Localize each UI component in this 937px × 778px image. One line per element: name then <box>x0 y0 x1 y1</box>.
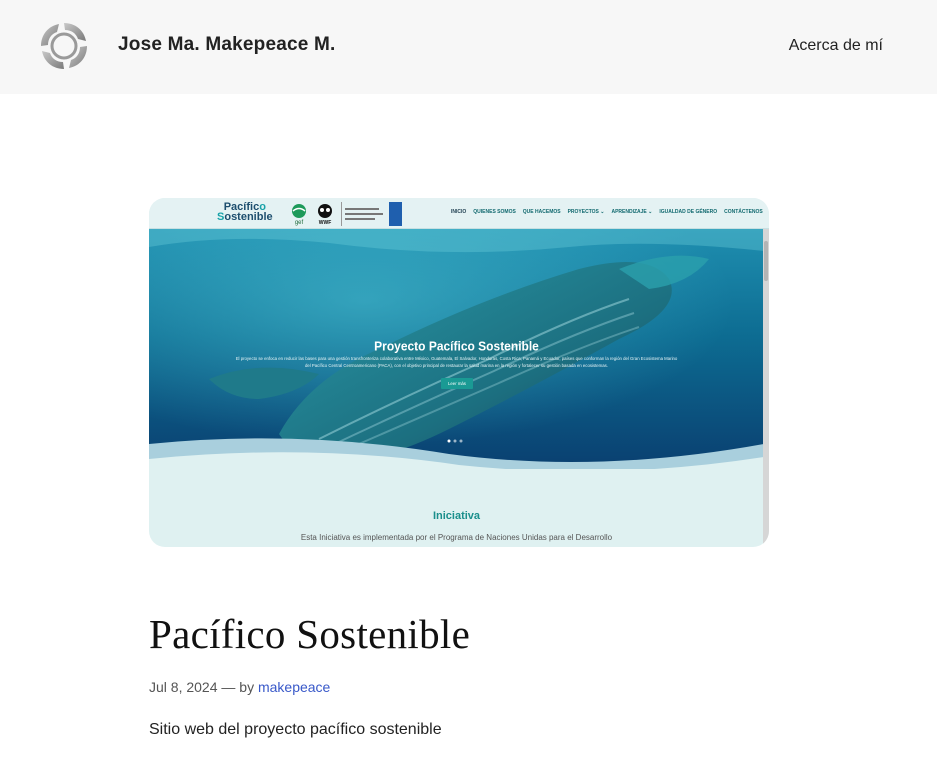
featured-menu-item: PROYECTOS ⌄ <box>567 209 605 215</box>
undp-logo-icon <box>389 202 402 226</box>
circular-arrows-logo-icon[interactable] <box>38 20 90 72</box>
nav-link-acerca-de-mi[interactable]: Acerca de mí <box>789 37 883 55</box>
featured-site-navbar: Pacífico Sostenible gef WWF INICIO QUIEN… <box>149 198 769 229</box>
post-date[interactable]: Jul 8, 2024 <box>149 679 218 695</box>
gef-logo-icon: gef <box>292 204 306 226</box>
featured-menu-item: QUIENES SOMOS <box>473 209 516 215</box>
featured-image[interactable]: Pacífico Sostenible gef WWF INICIO QUIEN… <box>149 198 769 547</box>
iniciativa-heading: Iniciativa <box>432 510 481 522</box>
hero-read-more-button: Leer más <box>441 378 473 389</box>
pacifico-sostenible-logo: Pacífico Sostenible <box>217 201 273 223</box>
featured-menu-item: INICIO <box>451 209 467 215</box>
featured-menu-item: QUE HACEMOS <box>522 209 561 215</box>
featured-menu-item: IGUALDAD DE GÉNERO <box>659 209 718 215</box>
featured-scrollbar <box>763 229 769 547</box>
featured-menu-item: APRENDIZAJE ⌄ <box>611 209 653 215</box>
site-title[interactable]: Jose Ma. Makepeace M. <box>118 34 336 56</box>
post-author-link[interactable]: makepeace <box>258 679 330 695</box>
hero-title: Proyecto Pacífico Sostenible <box>374 338 539 354</box>
wwf-panda-logo-icon: WWF <box>318 204 332 226</box>
svg-text:gef: gef <box>295 220 304 226</box>
hero-description: El proyecto se enfoca en reducir las bas… <box>235 356 678 368</box>
featured-menu-item: CONTÁCTENOS <box>724 209 763 215</box>
site-header: Jose Ma. Makepeace M. Acerca de mí <box>0 0 937 94</box>
iniciativa-text: Esta Iniciativa es implementada por el P… <box>300 533 613 542</box>
svg-text:WWF: WWF <box>319 220 332 226</box>
partner-divider <box>341 202 342 226</box>
post-excerpt: Sitio web del proyecto pacífico sostenib… <box>149 721 442 738</box>
partner-tagline-logo <box>345 202 385 226</box>
post-byline-separator: — by <box>221 679 255 695</box>
featured-site-menu: INICIO QUIENES SOMOS QUE HACEMOS PROYECT… <box>451 209 763 215</box>
whale-hero-image: Proyecto Pacífico Sostenible El proyecto… <box>149 229 764 469</box>
post-meta: Jul 8, 2024 — by makepeace <box>149 679 330 695</box>
post-title[interactable]: Pacífico Sostenible <box>149 610 470 658</box>
